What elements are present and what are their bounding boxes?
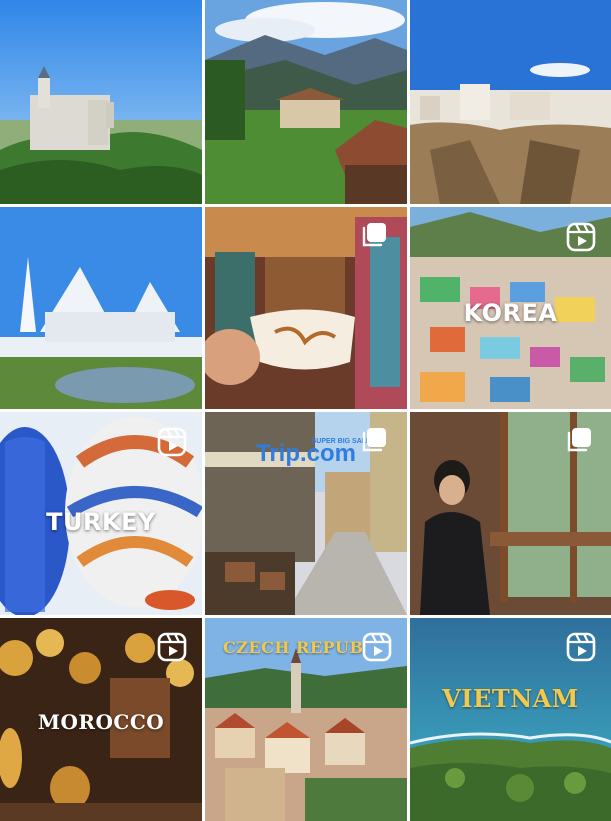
mountain-farm-photo [205, 0, 407, 204]
grid-tile-white-temple[interactable] [0, 207, 202, 409]
grid-tile-mountain-farm[interactable] [205, 0, 407, 204]
overlay-title: VIETNAM [442, 684, 579, 713]
reels-icon [362, 632, 392, 662]
carousel-icon [567, 428, 591, 452]
overlay-title: TURKEY [46, 508, 156, 536]
reels-icon [566, 222, 596, 252]
castle-photo [0, 0, 202, 204]
cliff-town-photo [410, 0, 611, 204]
reels-icon [566, 632, 596, 662]
overlay-title: MOROCCO [37, 710, 165, 734]
grid-tile-castle[interactable] [0, 0, 202, 204]
reels-icon [157, 427, 187, 457]
overlay-title: CZECH REPUB [223, 638, 364, 657]
carousel-icon [362, 428, 386, 452]
reels-icon [157, 632, 187, 662]
carousel-icon [362, 223, 386, 247]
profile-grid: KOREA TURKEY Trip.com SUPER BIG SALE ! M… [0, 0, 611, 821]
grid-tile-cliff-town[interactable] [410, 0, 611, 204]
white-temple-photo [0, 207, 202, 409]
overlay-title: KOREA [463, 299, 558, 327]
